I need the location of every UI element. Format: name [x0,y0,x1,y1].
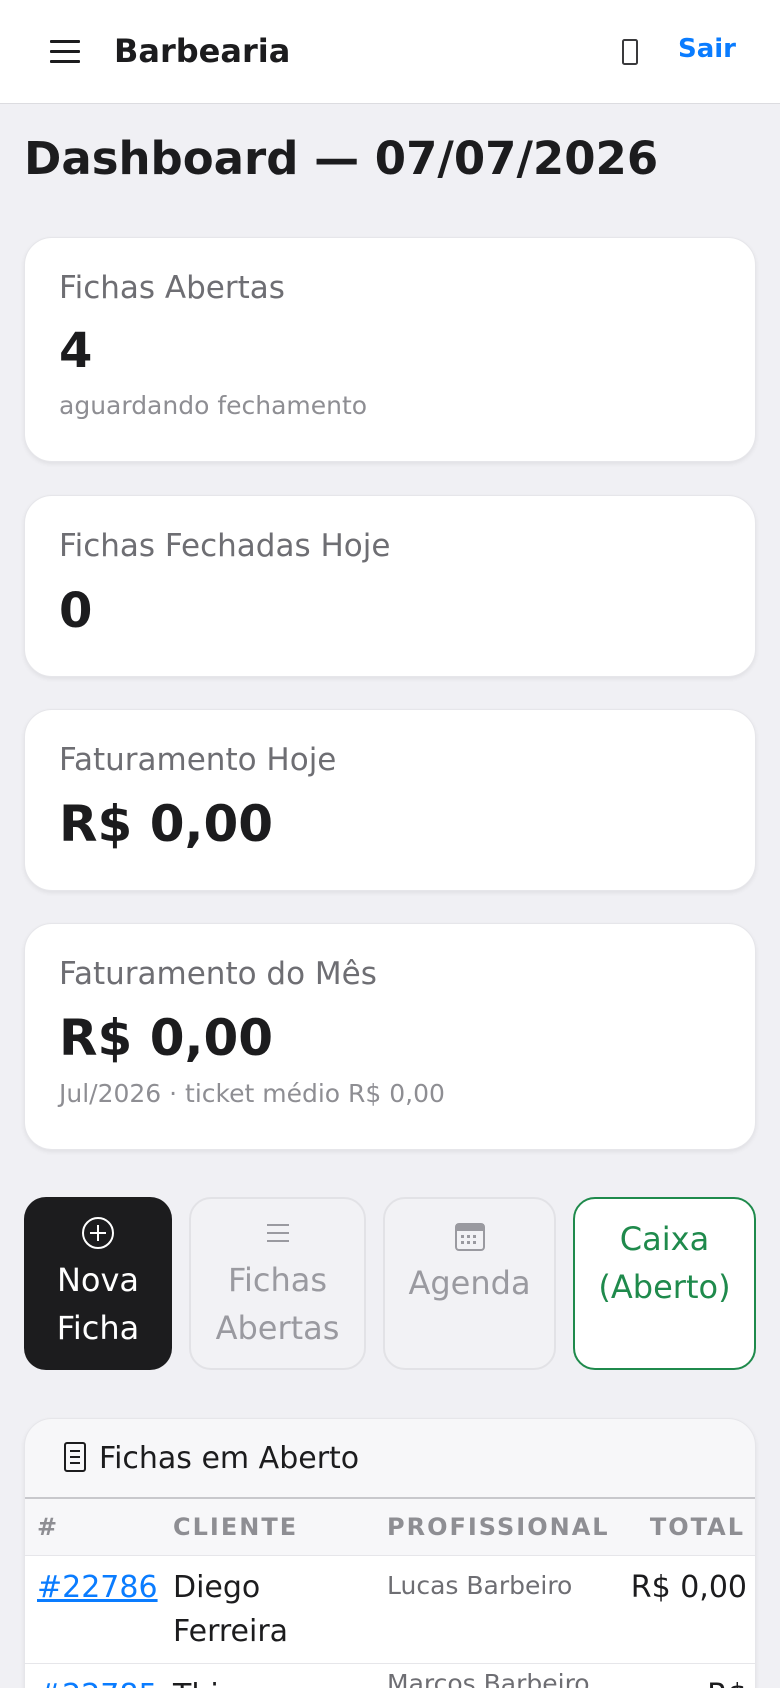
professional-name: Lucas Barbeiro [387,1571,573,1600]
stat-card-closed-today: Fichas Fechadas Hoje 0 [24,495,756,677]
menu-icon[interactable] [50,40,80,64]
open-tickets-button[interactable]: Fichas Abertas [189,1197,366,1370]
column-header-id[interactable]: # [37,1511,59,1543]
cash-register-label-line1: Caixa [619,1220,710,1258]
open-tickets-panel: Fichas em Aberto # CLIENTE PROFISSIONAL … [24,1418,756,1688]
plus-circle-icon [81,1216,115,1250]
ticket-total: R$ [707,1674,747,1688]
ticket-total: R$ 0,00 [630,1570,747,1605]
stat-label: Fichas Fechadas Hoje [59,528,391,564]
stat-value: R$ 0,00 [59,795,274,853]
ticket-link[interactable]: #22785 [37,1674,158,1688]
logout-button[interactable]: Sair [678,32,736,66]
agenda-label: Agenda [408,1264,531,1302]
stat-value: R$ 0,00 [59,1009,274,1067]
new-ticket-label-line2: Ficha [56,1308,140,1347]
stat-card-revenue-month: Faturamento do Mês R$ 0,00 Jul/2026 · ti… [24,923,756,1150]
stat-label: Faturamento Hoje [59,742,337,778]
cash-register-label-line2: (Aberto) [598,1268,731,1306]
table-row[interactable]: #22786 Diego Ferreira Lucas Barbeiro R$ … [25,1555,755,1663]
stat-value: 4 [59,323,93,379]
professional-name: Marcos Barbeiro [387,1669,590,1688]
open-tickets-label-line1: Fichas [227,1260,328,1299]
top-bar: Barbearia Sair [0,0,780,104]
page-title: Dashboard — 07/07/2026 [24,132,659,185]
table-row[interactable]: #22785 Thiago Marcos Barbeiro R$ [25,1663,755,1688]
calendar-icon [454,1219,486,1253]
new-ticket-label-line1: Nova [56,1260,140,1299]
stat-label: Fichas Abertas [59,270,285,306]
notification-icon[interactable] [620,38,640,66]
stat-subtext: aguardando fechamento [59,391,368,420]
stat-label: Faturamento do Mês [59,956,377,992]
new-ticket-button[interactable]: Nova Ficha [24,1197,172,1370]
client-name: Diego Ferreira [173,1570,289,1649]
app-brand[interactable]: Barbearia [114,30,290,72]
column-header-client[interactable]: CLIENTE [173,1511,298,1543]
open-tickets-label-line2: Abertas [215,1308,340,1347]
panel-title: Fichas em Aberto [99,1441,360,1476]
panel-header: Fichas em Aberto [25,1419,755,1499]
stat-card-open-tickets: Fichas Abertas 4 aguardando fechamento [24,237,756,462]
stat-value: 0 [59,583,93,639]
ticket-link[interactable]: #22786 [37,1566,158,1610]
column-header-professional[interactable]: PROFISSIONAL [387,1511,610,1543]
list-icon [265,1216,291,1250]
cash-register-button[interactable]: Caixa (Aberto) [573,1197,756,1370]
column-header-total[interactable]: TOTAL [650,1511,745,1543]
document-icon [64,1442,86,1472]
agenda-button[interactable]: Agenda [383,1197,556,1370]
stat-subtext: Jul/2026 · ticket médio R$ 0,00 [59,1079,445,1108]
client-name: Thiago [173,1674,373,1688]
stat-card-revenue-today: Faturamento Hoje R$ 0,00 [24,709,756,891]
